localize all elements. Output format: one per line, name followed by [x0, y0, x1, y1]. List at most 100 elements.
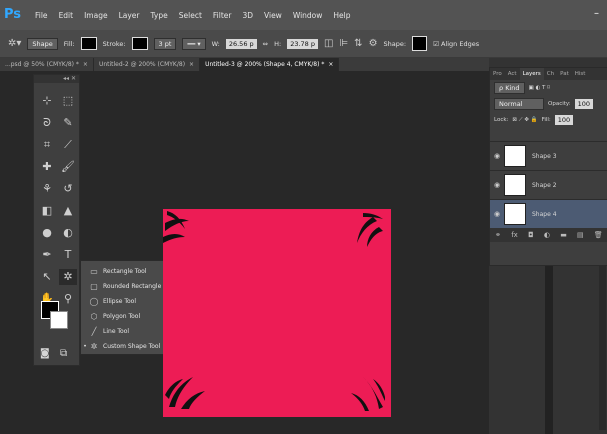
- shape-mode-dropdown[interactable]: Shape: [27, 37, 58, 50]
- menu-select[interactable]: Select: [179, 11, 202, 20]
- filter-icons[interactable]: ▣ ◐ T ⌑: [529, 85, 550, 91]
- align-edges-checkbox[interactable]: ☑ Align Edges: [433, 40, 479, 48]
- stroke-swatch[interactable]: [131, 37, 148, 50]
- flyout-item-label: Custom Shape Tool: [103, 343, 161, 350]
- height-field[interactable]: 23.78 p: [287, 38, 318, 49]
- tab-document-2[interactable]: Untitled-2 @ 200% (CMYK/8) ×: [93, 58, 201, 71]
- tab-channels[interactable]: Ch: [544, 68, 557, 80]
- blend-mode-dropdown[interactable]: Normal: [494, 98, 544, 110]
- stamp-tool-icon[interactable]: ⚘: [38, 181, 56, 197]
- eyedropper-tool-icon[interactable]: ⟋: [59, 137, 77, 153]
- tab-document-1[interactable]: ...psd @ 50% (CMYK/8) * ×: [0, 58, 94, 71]
- quick-mask-icon[interactable]: ◙: [40, 348, 50, 359]
- document-canvas[interactable]: [163, 209, 391, 417]
- quick-select-tool-icon[interactable]: ✎: [59, 115, 77, 131]
- panel-tabs: Pro Act Layers Ch Pat Hist: [490, 68, 607, 80]
- zoom-tool-icon[interactable]: ⚲: [59, 291, 77, 307]
- align-edges-label: Align Edges: [440, 39, 480, 48]
- grass-shape-bottom-right: [351, 377, 385, 411]
- tab-actions[interactable]: Act: [505, 68, 520, 80]
- canvas-shapes: [163, 211, 385, 411]
- close-icon[interactable]: ×: [83, 61, 88, 68]
- minimize-button[interactable]: –: [594, 8, 599, 19]
- eye-icon[interactable]: ◉: [490, 152, 504, 160]
- width-label: W:: [211, 39, 220, 48]
- eye-icon[interactable]: ◉: [490, 210, 504, 218]
- crop-tool-icon[interactable]: ⌗: [38, 137, 56, 153]
- tab-properties[interactable]: Pro: [490, 68, 505, 80]
- gear-icon[interactable]: ⚙: [369, 38, 378, 49]
- toolbox-header[interactable]: ◂◂ ✕: [34, 75, 79, 83]
- pen-tool-icon[interactable]: ✒: [38, 247, 56, 263]
- trash-icon[interactable]: 🗑: [594, 231, 603, 239]
- grass-shape-top-right: [357, 213, 383, 247]
- shape-tool-preset-icon[interactable]: ✲▾: [8, 38, 21, 49]
- group-icon[interactable]: ▬: [560, 231, 567, 239]
- flyout-item-label: Line Tool: [103, 328, 130, 335]
- tab-layers[interactable]: Layers: [519, 68, 544, 80]
- opacity-field[interactable]: 100: [574, 99, 594, 109]
- path-arrangement-icon[interactable]: ⇅: [354, 38, 362, 49]
- tab-label: ...psd @ 50% (CMYK/8) *: [5, 61, 79, 68]
- menu-edit[interactable]: Edit: [59, 11, 74, 20]
- lock-label: Lock:: [494, 117, 509, 123]
- blur-tool-icon[interactable]: ●: [38, 225, 56, 241]
- paint-bucket-tool-icon[interactable]: ▲: [59, 203, 77, 219]
- shape-picker[interactable]: [412, 36, 428, 51]
- dodge-tool-icon[interactable]: ◐: [59, 225, 77, 241]
- menu-3d[interactable]: 3D: [242, 11, 253, 20]
- layer-thumbnail: [504, 203, 526, 225]
- healing-tool-icon[interactable]: ✚: [38, 159, 56, 175]
- menu-filter[interactable]: Filter: [213, 11, 232, 20]
- menu-type[interactable]: Type: [151, 11, 168, 20]
- photoshop-logo: Ps: [4, 7, 22, 22]
- close-icon[interactable]: ×: [328, 61, 333, 68]
- close-icon[interactable]: ×: [189, 61, 194, 68]
- new-layer-icon[interactable]: ▤: [577, 231, 584, 239]
- custom-shape-tool-icon[interactable]: ✲: [59, 269, 77, 285]
- path-operations-icon[interactable]: ◫: [324, 38, 333, 49]
- path-select-tool-icon[interactable]: ↖: [38, 269, 56, 285]
- move-tool-icon[interactable]: ⊹: [38, 93, 56, 109]
- lasso-tool-icon[interactable]: ᘐ: [38, 115, 56, 131]
- path-alignment-icon[interactable]: ⊫: [339, 38, 348, 49]
- layer-name: Shape 4: [532, 210, 557, 218]
- type-tool-icon[interactable]: T: [59, 247, 77, 263]
- fill-swatch[interactable]: [80, 37, 97, 50]
- lock-icons[interactable]: ⊠ ⟋ ✥ 🔒: [512, 117, 537, 124]
- menu-image[interactable]: Image: [84, 11, 108, 20]
- stroke-width-field[interactable]: 3 pt: [153, 37, 177, 50]
- tab-history[interactable]: Hist: [572, 68, 589, 80]
- screen-mode-icon[interactable]: ⧉: [60, 348, 67, 359]
- fill-field[interactable]: 100: [554, 115, 574, 125]
- link-layers-icon[interactable]: ⚭: [495, 231, 501, 239]
- background-color-swatch[interactable]: [50, 311, 68, 329]
- menu-window[interactable]: Window: [293, 11, 323, 20]
- adjustment-layer-icon[interactable]: ◐: [544, 231, 550, 239]
- eye-icon[interactable]: ◉: [490, 181, 504, 189]
- fx-icon[interactable]: fx: [511, 231, 518, 239]
- menu-layer[interactable]: Layer: [119, 11, 140, 20]
- layer-row[interactable]: ◉ Shape 4: [490, 199, 607, 228]
- layer-row[interactable]: ◉ Shape 2: [490, 170, 607, 199]
- flyout-item-label: Rectangle Tool: [103, 268, 147, 275]
- marquee-tool-icon[interactable]: ⬚: [59, 93, 77, 109]
- menu-help[interactable]: Help: [333, 11, 350, 20]
- tab-document-3[interactable]: Untitled-3 @ 200% (Shape 4, CMYK/8) * ×: [200, 58, 340, 71]
- layer-name: Shape 2: [532, 181, 557, 189]
- width-field[interactable]: 26.56 p: [225, 38, 257, 49]
- menu-file[interactable]: File: [35, 11, 48, 20]
- stroke-type-dropdown[interactable]: ━━ ▾: [182, 37, 206, 50]
- stroke-label: Stroke:: [102, 39, 126, 48]
- kind-filter-dropdown[interactable]: ρ Kind: [494, 82, 525, 94]
- layer-row[interactable]: ◉ Shape 3: [490, 141, 607, 170]
- link-icon[interactable]: ⇔: [263, 40, 268, 48]
- menu-view[interactable]: View: [264, 11, 282, 20]
- eraser-tool-icon[interactable]: ◧: [38, 203, 56, 219]
- add-mask-icon[interactable]: ◘: [528, 231, 534, 239]
- tab-paths[interactable]: Pat: [557, 68, 572, 80]
- rectangle-icon: ▭: [90, 267, 98, 276]
- layer-thumbnail: [504, 145, 526, 167]
- history-brush-tool-icon[interactable]: ↺: [59, 181, 77, 197]
- brush-tool-icon[interactable]: 🖌: [59, 159, 77, 175]
